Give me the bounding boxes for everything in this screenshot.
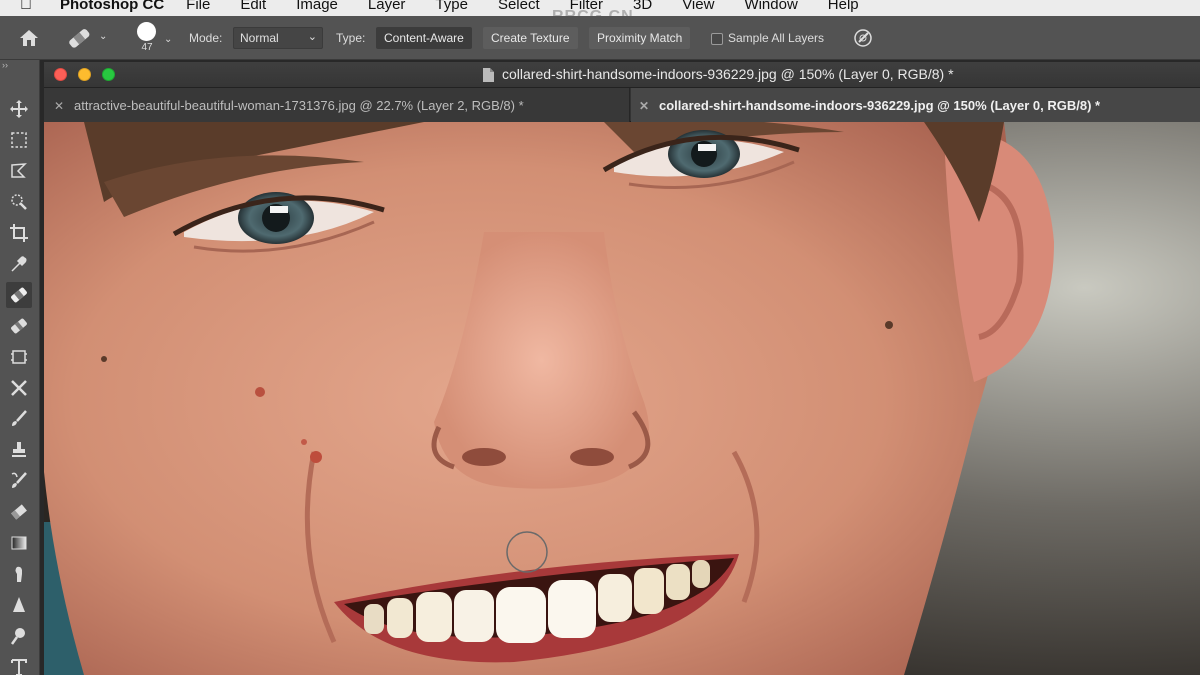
patch-icon [11, 350, 27, 364]
menu-image[interactable]: Image [296, 0, 338, 13]
smudge-tool[interactable] [6, 561, 32, 587]
type-tool[interactable] [6, 654, 32, 675]
chevron-down-icon: ⌄ [99, 31, 108, 42]
tab-woman-document[interactable]: ✕ attractive-beautiful-beautiful-woman-17… [44, 88, 630, 122]
menu-type[interactable]: Type [435, 0, 468, 13]
type-proximity-match-button[interactable]: Proximity Match [589, 27, 691, 49]
tab-label: collared-shirt-handsome-indoors-936229.j… [659, 98, 1101, 113]
tab-label: attractive-beautiful-beautiful-woman-173… [74, 98, 524, 113]
document-icon [483, 68, 494, 82]
crop-icon [10, 224, 28, 242]
brush-picker[interactable]: 47 ⌄ [134, 20, 174, 58]
minimize-window-button[interactable] [78, 68, 91, 81]
menu-app-name[interactable]: Photoshop CC [60, 0, 164, 13]
menu-select[interactable]: Select [498, 0, 540, 13]
type-create-texture-button[interactable]: Create Texture [483, 27, 578, 49]
brush-tool[interactable] [6, 406, 32, 432]
chevron-down-icon: ⌄ [164, 34, 173, 45]
spot-healing-brush-icon [11, 287, 27, 303]
close-window-button[interactable] [54, 68, 67, 81]
watermark: RRCG.CN [552, 8, 634, 16]
gradient-icon [11, 536, 27, 550]
history-brush-tool[interactable] [6, 468, 32, 494]
crop-tool[interactable] [6, 220, 32, 246]
menu-file[interactable]: File [186, 0, 210, 13]
collapse-panel-icon[interactable]: ›› [2, 60, 8, 70]
clone-stamp-tool[interactable] [6, 437, 32, 463]
mode-select[interactable]: Normal ⌄ [233, 27, 323, 49]
close-icon[interactable]: ✕ [54, 99, 70, 113]
content-aware-move-icon [11, 380, 27, 396]
menu-window[interactable]: Window [744, 0, 797, 13]
healing-brush-tool[interactable] [6, 313, 32, 339]
marquee-icon [11, 132, 27, 148]
move-icon [10, 100, 28, 118]
dodge-icon [10, 628, 25, 645]
zoom-window-button[interactable] [102, 68, 115, 81]
tab-shirt-document[interactable]: ✕ collared-shirt-handsome-indoors-936229.… [631, 88, 1200, 122]
quick-selection-icon [11, 194, 27, 210]
spot-healing-brush-tool[interactable] [6, 282, 32, 308]
close-icon[interactable]: ✕ [639, 99, 655, 113]
brush-icon [12, 410, 27, 426]
menu-items: Photoshop CC File Edit Image Layer Type … [60, 0, 889, 13]
sharpen-icon [13, 597, 25, 612]
sample-all-layers-checkbox[interactable] [711, 33, 723, 45]
chevron-down-icon: ⌄ [307, 31, 317, 43]
type-icon [11, 659, 27, 675]
move-tool[interactable] [6, 96, 32, 122]
window-title-bar: collared-shirt-handsome-indoors-936229.j… [44, 62, 1200, 88]
patch-tool[interactable] [6, 344, 32, 370]
marquee-tool[interactable] [6, 127, 32, 153]
menu-help[interactable]: Help [828, 0, 859, 13]
eraser-tool[interactable] [6, 499, 32, 525]
lasso-icon [11, 163, 27, 178]
home-icon[interactable] [18, 28, 40, 48]
tools-panel: ›› [0, 60, 40, 675]
history-brush-icon [11, 472, 27, 488]
sample-all-layers-label: Sample All Layers [728, 31, 825, 45]
menu-view[interactable]: View [682, 0, 714, 13]
document-tab-bar: ✕ attractive-beautiful-beautiful-woman-17… [44, 88, 1200, 122]
menu-layer[interactable]: Layer [368, 0, 406, 13]
apple-icon[interactable]:  [20, 0, 32, 14]
pressure-size-icon[interactable] [852, 27, 874, 49]
document-window: collared-shirt-handsome-indoors-936229.j… [44, 62, 1200, 675]
options-bar: ⌄ 47 ⌄ Mode: Normal ⌄ Type: Content-Awar… [0, 16, 1200, 60]
smudge-icon [15, 566, 22, 582]
gradient-tool[interactable] [6, 530, 32, 556]
eyedropper-tool[interactable] [6, 251, 32, 277]
type-label: Type: [336, 31, 366, 45]
type-content-aware-button[interactable]: Content-Aware [376, 27, 472, 49]
macos-menu-bar:  Photoshop CC File Edit Image Layer Typ… [0, 0, 1200, 16]
portrait-photo [44, 122, 1200, 675]
tool-preset-picker[interactable]: ⌄ [64, 26, 112, 50]
dodge-tool[interactable] [6, 623, 32, 649]
brush-size: 47 [141, 42, 153, 53]
lasso-tool[interactable] [6, 158, 32, 184]
brush-tip-preview [137, 22, 156, 41]
mode-value: Normal [240, 31, 279, 45]
window-title: collared-shirt-handsome-indoors-936229.j… [502, 66, 954, 82]
menu-3d[interactable]: 3D [633, 0, 652, 13]
menu-edit[interactable]: Edit [240, 0, 266, 13]
eraser-icon [11, 504, 27, 520]
eyedropper-icon [11, 256, 27, 272]
quick-selection-tool[interactable] [6, 189, 32, 215]
bandage-icon [11, 318, 27, 334]
mode-label: Mode: [189, 31, 223, 45]
sharpen-tool[interactable] [6, 592, 32, 618]
spot-healing-brush-icon [69, 29, 90, 48]
image-canvas[interactable] [44, 122, 1200, 675]
stamp-icon [12, 442, 26, 457]
content-aware-move-tool[interactable] [6, 375, 32, 401]
